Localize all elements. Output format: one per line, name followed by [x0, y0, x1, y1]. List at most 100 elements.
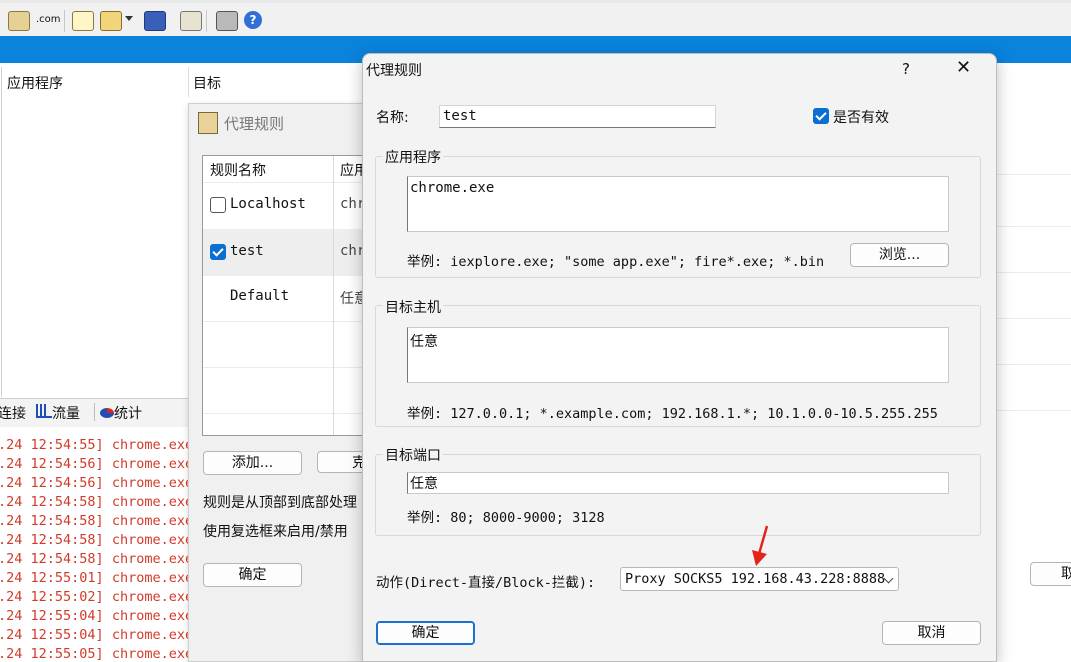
traffic-chart-icon [36, 404, 52, 418]
log-line: .24 12:55:01] chrome.exe [0, 570, 201, 586]
list-item[interactable]: Default 任意 [203, 275, 383, 322]
name-field[interactable]: test [439, 105, 716, 128]
tab-stats[interactable]: 统计 [100, 403, 142, 423]
column-header-target[interactable]: 目标 [193, 73, 221, 93]
toolbar: .com ? [0, 3, 1071, 36]
list-item-empty [203, 367, 383, 414]
host-input[interactable]: 任意 [407, 327, 949, 383]
dropdown-arrow-icon[interactable] [125, 16, 133, 21]
edit-ok-button[interactable]: 确定 [376, 621, 475, 645]
log-line: .24 12:54:58] chrome.exe [0, 551, 201, 567]
close-icon[interactable]: ✕ [956, 57, 971, 78]
toolbar-separator [206, 10, 207, 32]
rule-name: Default [230, 288, 290, 304]
help-button[interactable]: ? [902, 60, 910, 78]
log-process: chrome.exe [111, 627, 194, 643]
save-icon[interactable] [144, 11, 166, 31]
background-cancel-button[interactable]: 取 [1030, 562, 1071, 586]
app-input[interactable]: chrome.exe [407, 176, 949, 232]
column-header-app[interactable]: 应用程序 [7, 73, 63, 93]
tab-traffic-label: 流量 [52, 406, 80, 422]
rules-dialog-icon [198, 112, 218, 134]
rule-checkbox[interactable] [210, 197, 226, 213]
rule-name: Localhost [230, 196, 306, 212]
log-process: chrome.exe [111, 608, 194, 624]
rules-ok-button[interactable]: 确定 [203, 563, 302, 587]
red-arrow-annotation [752, 525, 769, 566]
log-time: .24 12:54:58] [0, 532, 104, 548]
log-time: .24 12:54:55] [0, 437, 104, 453]
enabled-checkbox[interactable] [813, 108, 829, 124]
rules-dialog-title: 代理规则 [224, 115, 285, 133]
row-divider [996, 410, 1071, 411]
rule-name: test [230, 243, 264, 259]
action-label: 动作(Direct-直接/Block-拦截): [376, 575, 596, 591]
tab-connections[interactable]: 连接 [0, 403, 26, 423]
log-line: .24 12:54:56] chrome.exe [0, 456, 201, 472]
host-group-title: 目标主机 [383, 297, 443, 317]
tab-divider [94, 403, 95, 421]
rules-note-order: 规则是从顶部到底部处理 [203, 495, 357, 511]
log-time: .24 12:55:04] [0, 608, 104, 624]
rules-list[interactable]: 规则名称 应用 Localhost chr test chr Default 任… [202, 155, 384, 436]
rules-note-checkbox: 使用复选框来启用/禁用 [203, 524, 348, 540]
action-select[interactable]: Proxy SOCKS5 192.168.43.228:8888 [620, 567, 899, 591]
browse-button[interactable]: 浏览... [850, 243, 949, 267]
log-line: .24 12:54:58] chrome.exe [0, 513, 201, 529]
log-line: .24 12:54:55] chrome.exe [0, 437, 201, 453]
name-label: 名称: [376, 110, 409, 126]
action-select-value: Proxy SOCKS5 192.168.43.228:8888 [625, 571, 886, 587]
new-profile-icon[interactable] [72, 11, 94, 31]
log-time: .24 12:55:01] [0, 570, 104, 586]
log-process: chrome.exe [111, 551, 194, 567]
edit-dialog-title: 代理规则 [366, 63, 422, 79]
port-input[interactable]: 任意 [407, 472, 949, 494]
print-icon[interactable] [216, 11, 238, 31]
edit-cancel-button[interactable]: 取消 [882, 621, 981, 645]
enabled-label: 是否有效 [833, 110, 889, 126]
app-group-title: 应用程序 [383, 147, 443, 167]
list-item[interactable]: Localhost chr [203, 183, 383, 230]
tab-traffic[interactable]: 流量 [36, 403, 80, 423]
column-divider [188, 67, 189, 97]
add-rule-button[interactable]: 添加... [203, 451, 302, 475]
open-folder-icon[interactable] [100, 11, 122, 31]
list-header-name[interactable]: 规则名称 [210, 160, 266, 180]
bottom-tabs: 连接 流量 统计 [0, 398, 190, 427]
list-item-empty [203, 321, 383, 368]
app-hint: 举例: iexplore.exe; "some app.exe"; fire*.… [407, 254, 825, 270]
log-line: .24 12:54:58] chrome.exe [0, 532, 201, 548]
log-line: .24 12:54:56] chrome.exe [0, 475, 201, 491]
log-time: .24 12:54:56] [0, 475, 104, 491]
log-time: .24 12:55:02] [0, 589, 104, 605]
tab-stats-label: 统计 [114, 406, 142, 422]
log-time: .24 12:54:58] [0, 513, 104, 529]
list-item-selected[interactable]: test chr [203, 229, 383, 276]
log-process: chrome.exe [111, 494, 194, 510]
log-process: chrome.exe [111, 475, 194, 491]
host-hint: 举例: 127.0.0.1; *.example.com; 192.168.1.… [407, 406, 938, 422]
row-divider [996, 318, 1071, 319]
log-line: .24 12:55:02] chrome.exe [0, 589, 201, 605]
clipboard-icon[interactable] [180, 11, 202, 31]
log-time: .24 12:54:58] [0, 494, 104, 510]
right-background-panel [995, 63, 1071, 435]
log-process: chrome.exe [111, 570, 194, 586]
log-process: chrome.exe [111, 456, 194, 472]
dotcom-icon[interactable]: .com [36, 11, 61, 29]
log-time: .24 12:54:58] [0, 551, 104, 567]
rules-icon[interactable] [8, 11, 30, 31]
port-group-title: 目标端口 [383, 445, 443, 465]
log-process: chrome.exe [111, 513, 194, 529]
log-process: chrome.exe [111, 437, 194, 453]
help-icon[interactable]: ? [244, 11, 262, 29]
rule-checkbox-checked[interactable] [210, 244, 226, 260]
log-process: chrome.exe [111, 532, 194, 548]
log-process: chrome.exe [111, 589, 194, 605]
list-column-divider [333, 156, 334, 435]
log-time: .24 12:55:04] [0, 627, 104, 643]
row-divider [996, 272, 1071, 273]
log-time: .24 12:54:56] [0, 456, 104, 472]
row-divider [996, 364, 1071, 365]
log-line: .24 12:54:58] chrome.exe [0, 494, 201, 510]
